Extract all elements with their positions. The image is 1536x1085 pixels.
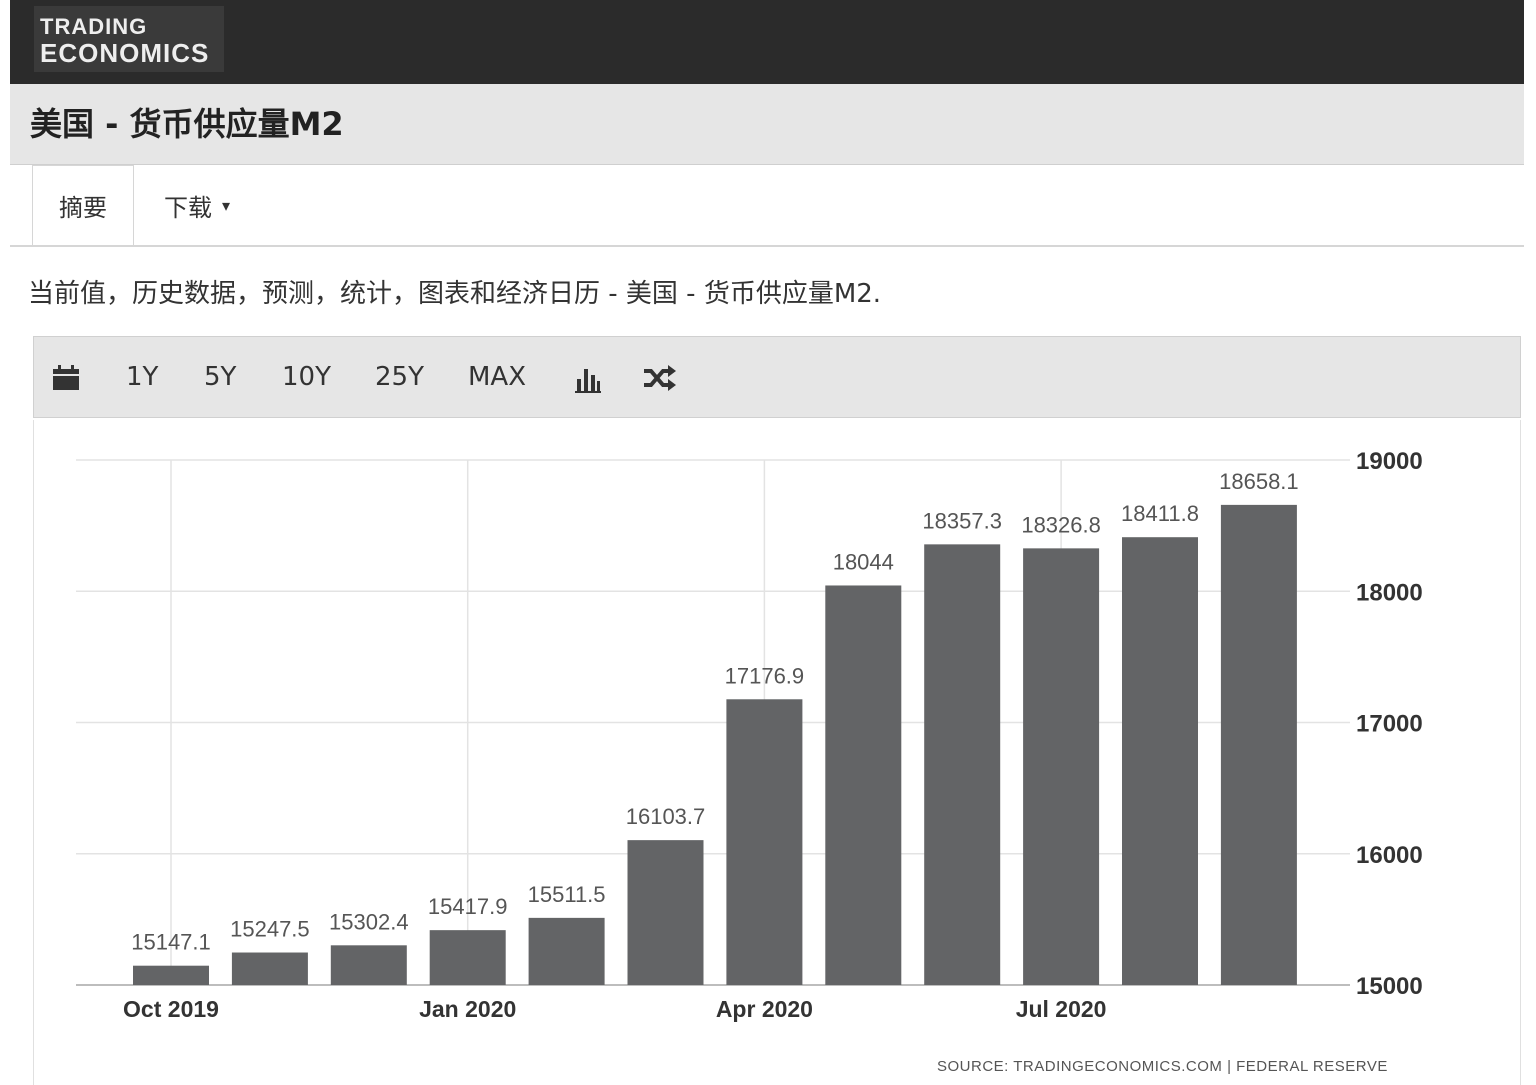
- bar-value-label: 15302.4: [329, 909, 409, 934]
- bar: [1122, 537, 1198, 985]
- bar-value-label: 18326.8: [1021, 512, 1101, 537]
- bar: [330, 945, 407, 985]
- bar: [429, 930, 506, 985]
- bar-value-label: 16103.7: [626, 804, 706, 829]
- bar-value-label: 17176.9: [725, 663, 805, 688]
- y-tick-label: 15000: [1356, 973, 1423, 1000]
- tabs-row: 摘要 下载 ▾: [10, 165, 1524, 247]
- bar: [726, 699, 803, 985]
- bar-chart: 15000 16000 17000 18000 19000 Oct 2019 Jan 202…: [76, 448, 1423, 1022]
- y-tick-label: 16000: [1356, 842, 1423, 869]
- x-tick-label: Jan 2020: [419, 996, 516, 1022]
- range-5y-button[interactable]: 5Y: [204, 337, 236, 417]
- y-tick-label: 18000: [1356, 579, 1423, 606]
- bar: [1220, 504, 1297, 985]
- trading-economics-logo[interactable]: TRADING ECONOMICS: [34, 6, 224, 72]
- bar-value-label: 15147.1: [131, 930, 211, 955]
- x-tick-label: Oct 2019: [123, 996, 219, 1022]
- page-description: 当前值，历史数据，预测，统计，图表和经济日历 - 美国 - 货币供应量M2.: [28, 279, 882, 309]
- chart-source: SOURCE: TRADINGECONOMICS.COM | FEDERAL R…: [937, 1058, 1388, 1075]
- bar-value-label: 18357.3: [922, 508, 1002, 533]
- range-1y-button[interactable]: 1Y: [126, 337, 158, 417]
- bar: [825, 585, 902, 985]
- bar-value-label: 15247.5: [230, 917, 310, 942]
- title-bar: 美国 - 货币供应量M2: [10, 84, 1524, 165]
- bar-value-label: 18044: [833, 549, 894, 574]
- bar: [133, 965, 209, 985]
- tab-download-label: 下载: [164, 193, 212, 222]
- logo-line-1: TRADING: [40, 14, 148, 39]
- bar-chart-icon[interactable]: [574, 365, 602, 393]
- shuffle-icon[interactable]: [642, 363, 676, 393]
- bar-value-label: 15417.9: [428, 894, 508, 919]
- bar: [924, 544, 1001, 985]
- chart-toolbar: 1Y 5Y 10Y 25Y MAX: [33, 336, 1521, 418]
- bar: [1023, 548, 1100, 985]
- range-10y-button[interactable]: 10Y: [282, 337, 331, 417]
- bar: [627, 840, 704, 985]
- top-nav-bar: TRADING ECONOMICS: [10, 0, 1524, 84]
- bar-value-label: 15511.5: [528, 882, 606, 907]
- bar-value-label: 18658.1: [1219, 469, 1299, 494]
- calendar-icon[interactable]: [52, 365, 80, 391]
- x-tick-label: Apr 2020: [716, 996, 813, 1022]
- range-25y-button[interactable]: 25Y: [375, 337, 424, 417]
- bar-value-label: 18411.8: [1121, 501, 1199, 526]
- y-tick-label: 19000: [1356, 448, 1423, 475]
- range-max-button[interactable]: MAX: [468, 337, 526, 417]
- x-tick-label: Jul 2020: [1016, 996, 1107, 1022]
- bar: [231, 952, 308, 985]
- chart-area: 15000 16000 17000 18000 19000 Oct 2019 Jan 202…: [33, 420, 1521, 1085]
- y-tick-label: 17000: [1356, 711, 1423, 738]
- tab-summary[interactable]: 摘要: [32, 165, 134, 245]
- logo-line-2: ECONOMICS: [40, 38, 210, 68]
- page-title: 美国 - 货币供应量M2: [30, 105, 344, 143]
- tab-download[interactable]: 下载 ▾: [164, 165, 230, 245]
- caret-down-icon: ▾: [222, 195, 231, 215]
- bar: [528, 917, 605, 985]
